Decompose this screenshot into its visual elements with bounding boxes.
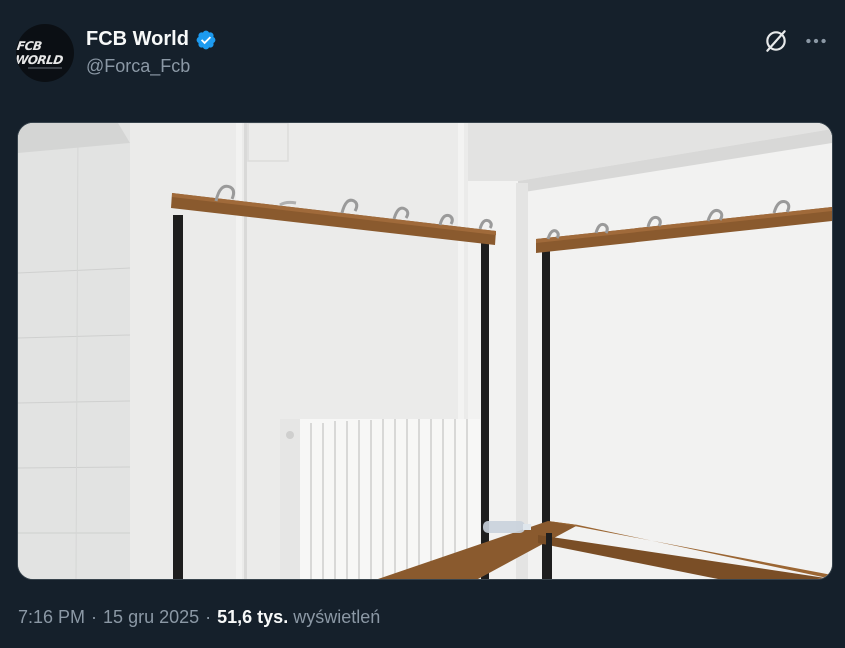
tweet-time[interactable]: 7:16 PM [18, 607, 85, 627]
tweet-header: FCB WORLD FCB World @Forca_Fcb [16, 24, 829, 84]
avatar-logo-text: FCB WORLD [16, 39, 64, 67]
tweet-meta: 7:16 PM · 15 gru 2025 · 51,6 tys. wyświetleń [18, 607, 380, 628]
meta-separator: · [91, 607, 98, 627]
views-label: wyświetleń [293, 607, 381, 627]
avatar[interactable]: FCB WORLD [16, 24, 74, 82]
grok-icon[interactable] [763, 28, 789, 54]
views-count: 51,6 tys. [217, 607, 289, 627]
locker-room-image [18, 123, 832, 579]
avatar-underline [28, 67, 62, 69]
author-name-row[interactable]: FCB World [86, 28, 217, 51]
tweet-media-video[interactable] [17, 122, 833, 580]
author-handle[interactable]: @Forca_Fcb [86, 56, 190, 77]
tweet-date[interactable]: 15 gru 2025 [103, 607, 199, 627]
meta-separator: · [205, 607, 212, 627]
more-options-icon[interactable] [803, 28, 829, 54]
verified-badge-icon [196, 30, 216, 49]
author-display-name[interactable]: FCB World [86, 28, 189, 51]
